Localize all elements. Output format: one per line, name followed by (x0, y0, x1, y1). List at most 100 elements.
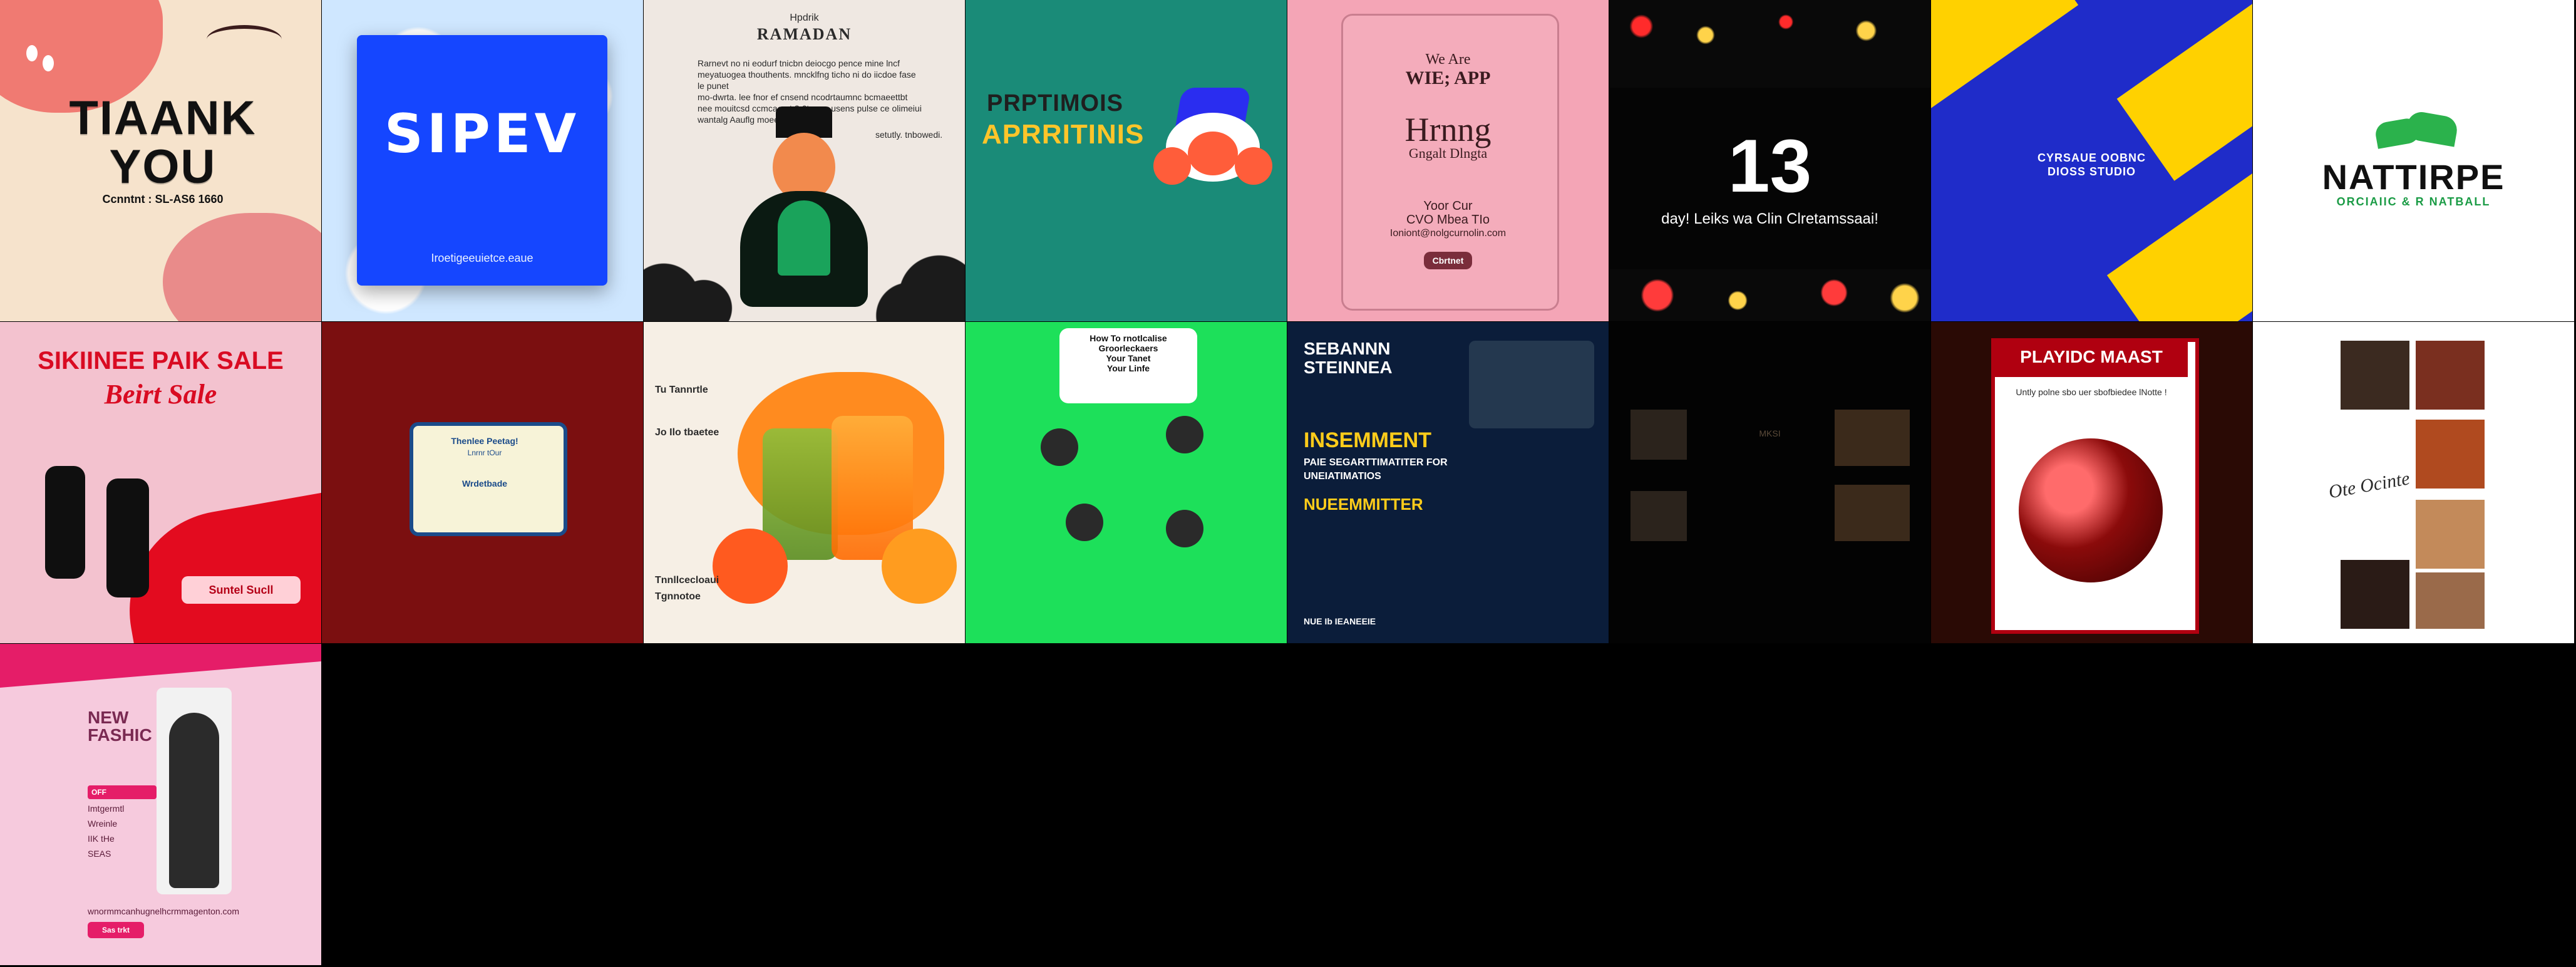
tile-pink-letter: We Are WIE; APP Hrnng Gngalt Dlngta Yoor… (1287, 0, 1609, 321)
strip-photo-6 (2416, 572, 2485, 629)
lights-bottom (1609, 269, 1930, 321)
invest-top: SEBANNN STEINNEA (1304, 339, 1393, 377)
tile-studio: CYRSAUE OOBNC DIOSS STUDIO (1931, 0, 2252, 321)
letter-button[interactable]: Cbrtnet (1287, 252, 1609, 269)
letter-button-label[interactable]: Cbrtnet (1423, 252, 1473, 269)
fashion-tag-1: OFF (88, 785, 157, 799)
fruit-2 (882, 529, 957, 604)
studio-line-2: DIOSS STUDIO (2047, 165, 2136, 178)
green-person-2 (1166, 416, 1203, 453)
dark-label: MKSI (1759, 428, 1781, 438)
fashion-title: NEW FASHIC (88, 708, 152, 745)
skincare-script: Beirt Sale (104, 379, 217, 410)
invest-sub-1: PAIE SEGARTTIMATITER FOR (1304, 457, 1448, 468)
juice-label-3: Tnnllcecloaui (655, 575, 719, 586)
letter-detail-2: CVO Mbea TIo (1406, 213, 1490, 227)
petals-left (15, 35, 71, 91)
juice-label-1: Tu Tannrtle (655, 385, 708, 395)
green-person-3 (1066, 504, 1103, 541)
tile-notebook: Thenlee Peetag! Lnrnr tOur Wrdetbade (322, 322, 643, 643)
tile-dark-collage: MKSI (1609, 322, 1930, 643)
strip-script: Ote Ocinte (2327, 468, 2411, 503)
bottle-2 (106, 478, 149, 597)
natture-subtitle: ORCIAIIC & R NATBALL (2336, 195, 2491, 208)
fashion-tag-4: IIK tHe (88, 834, 115, 844)
thank-you-subtitle: Ccnntnt : SL-AS6 1660 (102, 193, 224, 205)
brow-stroke (207, 25, 282, 54)
notebook-header: Thenlee Peetag! (451, 436, 518, 446)
tile-fashion: NEW FASHIC OFF Imtgermtl Wreinle IIK tHe… (0, 644, 321, 965)
letter-title: Hrnng (1404, 111, 1492, 148)
tile-thank-you: TIAANK YOU Ccnntnt : SL-AS6 1660 (0, 0, 321, 321)
dark-frame-4 (1835, 485, 1910, 541)
tile-photo-strip: Ote Ocinte (2253, 322, 2574, 643)
playidc-subtitle: Untly polne sbo uer sbofbiedee lNotte ! (2016, 387, 2167, 397)
letter-detail-1: Yoor Cur (1423, 199, 1473, 213)
tile-countdown: 13 day! Leiks wa Clin Clretamssaai! (1609, 0, 1930, 321)
winter-title: SIPEV (384, 103, 580, 165)
strip-photo-5 (2341, 560, 2409, 629)
ramadan-paragraph-right: setutly. tnbowedi. (875, 130, 943, 140)
bottle-1 (45, 466, 85, 579)
fashion-tag-3: Wreinle (88, 819, 118, 829)
tile-natture: NATTIRPE ORCIAIIC & R NATBALL (2253, 0, 2574, 321)
dark-frame-3 (1631, 491, 1687, 541)
fashion-tag-2: Imtgermtl (88, 804, 125, 814)
letter-detail-3: Ioniont@nolgcurnolin.com (1389, 228, 1507, 239)
ball (2019, 438, 2163, 582)
strip-photo-4 (2416, 500, 2485, 569)
notebook-line-2: Wrdetbade (461, 478, 508, 489)
leaves-left (644, 238, 744, 321)
green-title: How To rnotlcalise Groorleckaers Your Ta… (1090, 333, 1167, 373)
skincare-cta[interactable]: Suntel Sucll (182, 576, 301, 604)
blob-bottom-right (163, 213, 321, 321)
invest-footer: NUE Ib IEANEEIE (1304, 616, 1376, 626)
skincare-cta-label[interactable]: Suntel Sucll (182, 576, 301, 604)
strip-photo-1 (2341, 341, 2409, 410)
fashion-footer: wnormmcanhugnelhcrmmagenton.com (88, 906, 239, 916)
skincare-title: SIKIINEE PAIK SALE (38, 347, 284, 375)
ramadan-title: RAMADAN (756, 25, 852, 43)
countdown-number: 13 (1728, 124, 1812, 208)
tile-unicorn: PRPTIMOIS APRRITINIS (966, 0, 1287, 321)
tile-ramadan: Hpdrik RAMADAN Rarnevt no ni eodurf tnic… (644, 0, 965, 321)
strip-photo-2 (2416, 341, 2485, 410)
natture-title: NATTIRPE (2322, 157, 2505, 197)
tile-skincare: SIKIINEE PAIK SALE Beirt Sale Suntel Suc… (0, 322, 321, 643)
lights-top (1609, 0, 1930, 88)
letter-line-1: We Are (1425, 51, 1471, 68)
studio-line-1: CYRSAUE OOBNC (2037, 152, 2146, 164)
invest-sub-2: UNEIATIMATIOS (1304, 471, 1381, 482)
leaf-icon (2363, 110, 2463, 154)
fashion-button-label[interactable]: Sas trkt (88, 922, 144, 938)
unicorn-line-1: PRPTIMOIS (987, 90, 1124, 116)
green-person-1 (1041, 428, 1078, 466)
letter-line-2: WIE; APP (1405, 68, 1491, 88)
invest-photo-block (1469, 341, 1594, 428)
fashion-tag-5: SEAS (88, 849, 111, 859)
juice-label-4: Tgnnotoe (655, 591, 701, 602)
tile-green: How To rnotlcalise Groorleckaers Your Ta… (966, 322, 1287, 643)
unicorn-line-2: APRRITINIS (982, 119, 1145, 150)
letter-subtitle: Gngalt Dlngta (1408, 145, 1488, 161)
tile-juice: Tu Tannrtle Jo Ilo tbaetee Tnnllcecloaui… (644, 322, 965, 643)
tile-winter: SIPEV Iroetigeeuietce.eaue (322, 0, 643, 321)
praying-figure (729, 106, 879, 307)
green-person-4 (1166, 510, 1203, 547)
fashion-top-shape (0, 644, 321, 688)
winter-subtitle: Iroetigeeuietce.eaue (431, 252, 533, 264)
studio-yellow-1 (1931, 0, 2079, 128)
tile-investment: SEBANNN STEINNEA INSEMMENT PAIE SEGARTTI… (1287, 322, 1609, 643)
poster-grid: TIAANK YOU Ccnntnt : SL-AS6 1660 SIPEV I… (0, 0, 2576, 967)
invest-title: INSEMMENT (1304, 428, 1431, 452)
tile-playidc: PLAYIDC MAAST Untly polne sbo uer sbofbi… (1931, 322, 2252, 643)
invest-title-2: NUEEMMITTER (1304, 495, 1423, 514)
countdown-text: day! Leiks wa Clin Clretamssaai! (1661, 210, 1878, 227)
fashion-button[interactable]: Sas trkt (88, 922, 144, 938)
juice-label-2: Jo Ilo tbaetee (655, 427, 719, 438)
thank-you-title: TIAANK YOU (69, 91, 257, 194)
playidc-title: PLAYIDC MAAST (2020, 347, 2163, 366)
notebook-line-1: Lnrnr tOur (467, 448, 502, 457)
unicorn-illustration (1153, 88, 1272, 194)
ramadan-kicker: Hpdrik (790, 13, 819, 23)
